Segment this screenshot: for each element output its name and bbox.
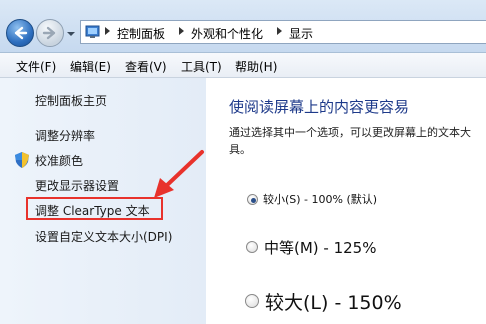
control-panel-icon <box>85 25 100 38</box>
forward-button[interactable] <box>36 19 64 47</box>
page-title: 使阅读屏幕上的内容更容易 <box>229 98 410 116</box>
breadcrumb-separator-icon[interactable] <box>277 27 282 35</box>
forward-arrow-icon <box>42 26 56 40</box>
sidebar-item-custom-dpi[interactable]: 设置自定义文本大小(DPI) <box>35 228 172 245</box>
breadcrumb-separator-icon[interactable] <box>179 27 184 35</box>
history-dropdown-icon[interactable] <box>66 30 76 38</box>
radio-larger[interactable] <box>245 294 259 308</box>
sidebar-item-display-settings[interactable]: 更改显示器设置 <box>35 177 119 194</box>
back-arrow-icon <box>14 26 28 40</box>
radio-smaller[interactable] <box>247 194 258 205</box>
address-field[interactable]: 控制面板 外观和个性化 显示 <box>80 20 486 44</box>
option-larger-label[interactable]: 较大(L) - 150% <box>265 288 402 315</box>
radio-medium[interactable] <box>246 241 258 253</box>
menu-view[interactable]: 查看(V) <box>125 58 167 75</box>
breadcrumb-control-panel[interactable]: 控制面板 <box>117 25 165 42</box>
sidebar-item-calibrate-color[interactable]: 校准颜色 <box>35 152 83 169</box>
breadcrumb-display[interactable]: 显示 <box>289 25 313 42</box>
annotation-highlight-box <box>26 197 163 220</box>
menu-edit[interactable]: 编辑(E) <box>70 58 111 75</box>
page-description: 通过选择其中一个选项，可以更改屏幕上的文本大 具。 <box>229 124 486 158</box>
back-button[interactable] <box>6 19 34 47</box>
sidebar-item-resolution[interactable]: 调整分辨率 <box>35 127 95 144</box>
menu-bar: 文件(F) 编辑(E) 查看(V) 工具(T) 帮助(H) <box>0 53 486 78</box>
menu-help[interactable]: 帮助(H) <box>235 58 277 75</box>
breadcrumb-appearance[interactable]: 外观和个性化 <box>191 25 263 42</box>
description-line-2: 具。 <box>229 143 251 156</box>
option-medium-label[interactable]: 中等(M) - 125% <box>264 237 376 258</box>
address-toolbar: 控制面板 外观和个性化 显示 <box>0 0 486 53</box>
menu-tools[interactable]: 工具(T) <box>181 58 222 75</box>
uac-shield-icon <box>15 152 29 168</box>
breadcrumb-separator-icon[interactable] <box>105 27 110 35</box>
option-smaller-label[interactable]: 较小(S) - 100% (默认) <box>263 191 377 207</box>
sidebar-item-home[interactable]: 控制面板主页 <box>35 92 107 109</box>
description-line-1: 通过选择其中一个选项，可以更改屏幕上的文本大 <box>229 126 471 139</box>
menu-file[interactable]: 文件(F) <box>16 58 56 75</box>
annotation-arrow-icon <box>154 150 204 198</box>
